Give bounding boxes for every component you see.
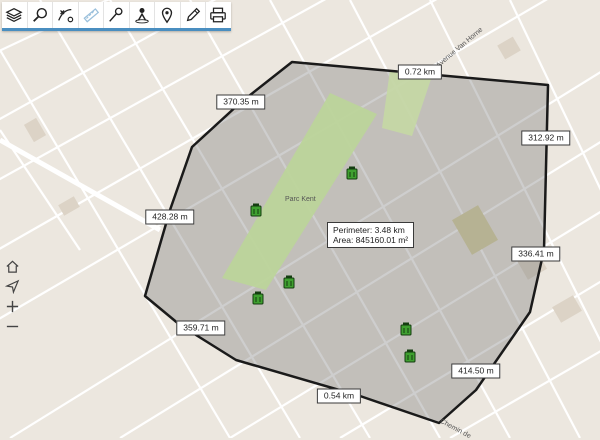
trash-marker-icon[interactable]	[404, 349, 416, 363]
search-button[interactable]	[28, 2, 53, 28]
trash-marker-icon[interactable]	[346, 166, 358, 180]
trash-marker-icon[interactable]	[252, 291, 264, 305]
route-button[interactable]	[53, 2, 79, 28]
measure-icon	[83, 8, 99, 23]
area-text: Area: 845160.01 m²	[333, 235, 409, 245]
home-button[interactable]	[3, 256, 21, 276]
person-icon	[135, 7, 149, 24]
route-icon	[58, 8, 74, 23]
segment-label-7: 370.35 m	[216, 94, 266, 110]
print-button[interactable]	[206, 2, 231, 28]
segment-label-2: 336.41 m	[511, 246, 561, 262]
draw-button[interactable]	[181, 2, 206, 28]
perimeter-text: Perimeter: 3.48 km	[333, 225, 405, 235]
search-icon	[32, 7, 47, 22]
pencil-icon	[186, 7, 200, 22]
railway	[0, 137, 162, 233]
locate-arrow-icon	[4, 279, 19, 294]
map-side-controls	[3, 256, 21, 336]
layers-icon	[5, 7, 23, 23]
location-pin-icon	[162, 7, 173, 24]
person-button[interactable]	[130, 2, 155, 28]
park-label: Parc Kent	[285, 196, 316, 203]
polygon-summary: Perimeter: 3.48 km Area: 845160.01 m²	[327, 222, 415, 248]
segment-label-0: 0.72 km	[397, 64, 443, 80]
segment-label-3: 414.50 m	[451, 363, 501, 379]
segment-label-4: 0.54 km	[316, 388, 362, 404]
home-icon	[5, 260, 19, 273]
pin-tool-icon	[109, 7, 123, 22]
segment-label-6: 428.28 m	[145, 209, 195, 225]
zoom-out-button[interactable]	[3, 316, 21, 336]
minus-icon	[6, 325, 18, 327]
trash-marker-icon[interactable]	[283, 275, 295, 289]
trash-marker-icon[interactable]	[400, 322, 412, 336]
segment-label-1: 312.92 m	[521, 130, 571, 146]
location-button[interactable]	[155, 2, 181, 28]
pin-tool-button[interactable]	[104, 2, 130, 28]
map-toolbar	[2, 2, 231, 31]
locate-button[interactable]	[3, 276, 21, 296]
segment-label-5: 359.71 m	[176, 320, 226, 336]
trash-marker-icon[interactable]	[250, 203, 262, 217]
plus-icon	[6, 300, 18, 312]
zoom-in-button[interactable]	[3, 296, 21, 316]
layers-button[interactable]	[2, 2, 28, 28]
measure-button[interactable]	[79, 2, 104, 28]
printer-icon	[210, 7, 227, 23]
map-canvas[interactable]	[0, 0, 600, 438]
